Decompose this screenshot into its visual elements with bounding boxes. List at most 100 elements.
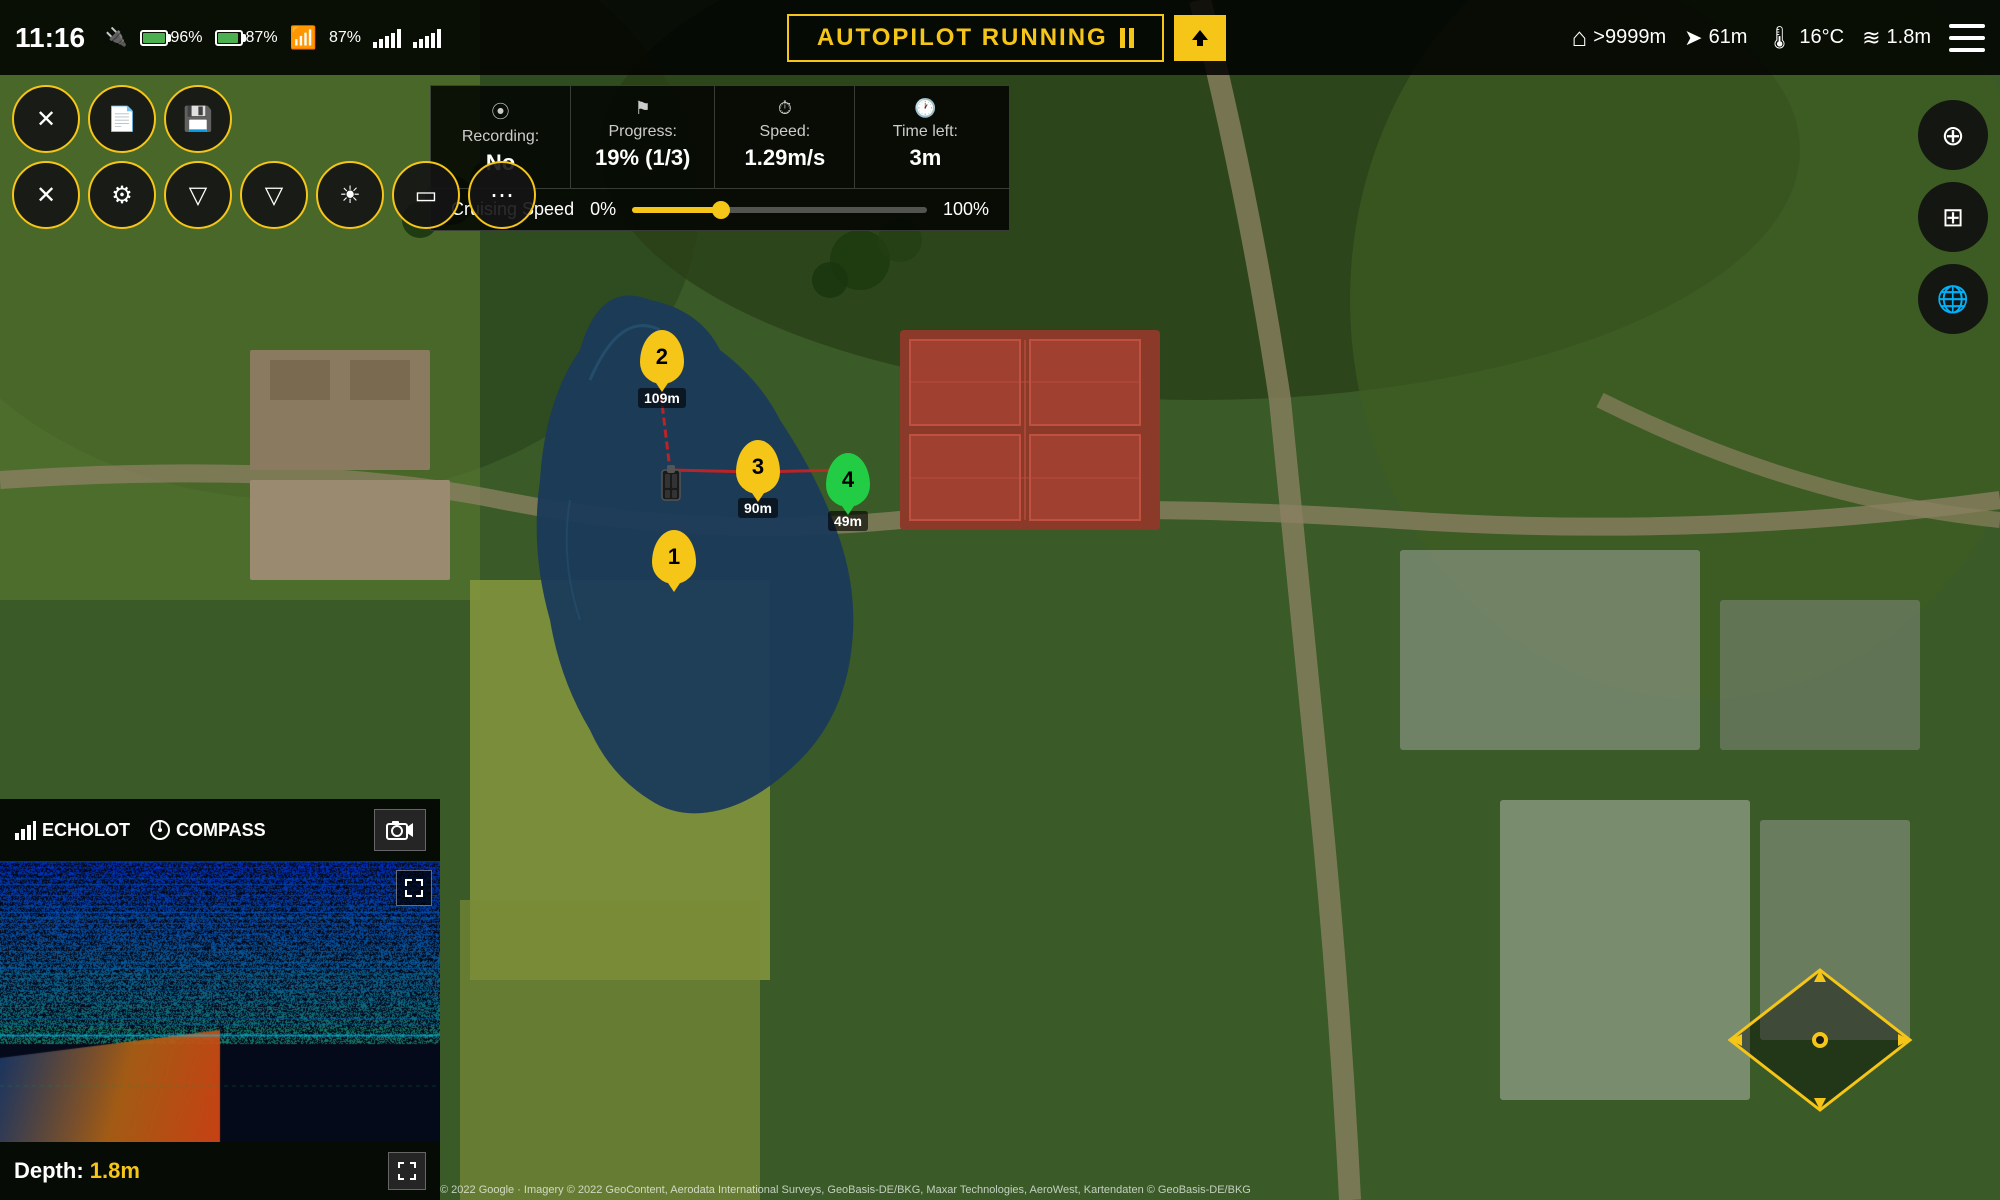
close-button-2[interactable]: ✕: [12, 161, 80, 229]
waypoint-2[interactable]: 2 109m: [638, 330, 686, 408]
depth-value: 1.8m: [90, 1158, 140, 1183]
upload-arrow-icon: [1188, 26, 1212, 50]
usb-icon: 🔌: [105, 27, 127, 48]
menu-line: [1949, 36, 1985, 40]
save-icon: 💾: [183, 105, 213, 134]
echolot-label: ECHOLOT: [42, 820, 130, 841]
status-center: AUTOPILOT RUNNING: [441, 14, 1572, 62]
echolot-title: ECHOLOT: [14, 819, 130, 841]
temperature: 🌡 16°C: [1765, 25, 1844, 51]
brightness-button[interactable]: ☀: [316, 161, 384, 229]
speed-icon: ⏱: [739, 98, 830, 119]
menu-button[interactable]: [1949, 24, 1985, 52]
signal-wave-icon: ≋: [1862, 25, 1880, 51]
speed-value: 1.29m/s: [739, 145, 830, 171]
home-dist-value: >9999m: [1593, 26, 1666, 49]
signal-strength: ≋ 1.8m: [1862, 25, 1931, 51]
battery-button[interactable]: ▭: [392, 161, 460, 229]
copyright-label: © 2022 Google · Imagery © 2022 GeoConten…: [440, 1184, 1251, 1196]
expand-icon: [405, 879, 423, 897]
speed-slider-track[interactable]: [632, 207, 927, 213]
speed-slider-thumb[interactable]: [712, 201, 730, 219]
file-icon: 📄: [107, 105, 137, 134]
mini-map[interactable]: [1720, 960, 1920, 1120]
waypoint-2-label: 2: [656, 344, 668, 370]
map-type-button[interactable]: ⊞: [1918, 182, 1988, 252]
nav-distance: ➤ 61m: [1684, 25, 1747, 51]
close-button-1[interactable]: ✕: [12, 85, 80, 153]
waypoint-icon-1: ▽: [189, 181, 207, 210]
settings-icon: ⚙: [111, 181, 133, 210]
toolbar-row-2: ✕ ⚙ ▽ ▽ ☀ ▭ ⋯: [12, 161, 536, 229]
more-button[interactable]: ⋯: [468, 161, 536, 229]
echolot-footer: Depth: 1.8m: [0, 1142, 440, 1200]
echolot-header: ECHOLOT COMPASS: [0, 799, 440, 862]
file-button[interactable]: 📄: [88, 85, 156, 153]
echolot-icon: [14, 819, 36, 841]
status-bar: 11:16 🔌 96% 87% 📶 87%: [0, 0, 2000, 75]
progress-icon: ⚑: [595, 98, 690, 119]
waypoint-4-label: 4: [842, 467, 854, 493]
boat-marker: [648, 462, 694, 516]
brightness-icon: ☀: [339, 181, 361, 210]
boat-svg-icon: [648, 462, 694, 516]
battery-1-icon: [140, 30, 168, 46]
waypoint-2-pin: 2: [640, 330, 684, 384]
signal-bar: [391, 33, 395, 48]
nav-icon: ➤: [1684, 25, 1702, 51]
menu-line: [1949, 24, 1985, 28]
battery-1-pct: 96%: [171, 29, 203, 47]
menu-line: [1949, 48, 1985, 52]
upload-button[interactable]: [1174, 15, 1226, 61]
compass-icon: ⊕: [1941, 119, 1964, 152]
waypoint-1-label: 1: [668, 544, 680, 570]
waypoint-4[interactable]: 4 49m: [826, 453, 870, 531]
battery-2-pct: 87%: [246, 29, 278, 47]
battery-1-group: 96%: [140, 29, 203, 47]
progress-value: 19% (1/3): [595, 145, 690, 171]
camera-button[interactable]: [374, 809, 426, 851]
expand-button[interactable]: [396, 870, 432, 906]
wifi-icon: 📶: [290, 25, 317, 51]
waypoint-3[interactable]: 3 90m: [736, 440, 780, 518]
time-left-label: Time left:: [879, 123, 971, 141]
map-type-icon: ⊞: [1942, 202, 1964, 233]
fullscreen-icon: [397, 1161, 417, 1181]
battery-2-group: 87%: [215, 29, 278, 47]
autopilot-label: AUTOPILOT RUNNING: [817, 24, 1108, 52]
battery-1-fill: [143, 33, 166, 43]
toolbar-row-1: ✕ 📄 💾: [12, 85, 536, 153]
time-display: 11:16: [15, 22, 85, 54]
signal-bar: [419, 39, 423, 48]
signal-bar: [431, 33, 435, 48]
signal-bar: [379, 39, 383, 48]
home-distance: ⌂ >9999m: [1572, 22, 1667, 53]
waypoint-4-pin: 4: [826, 453, 870, 507]
signal-bars-2: [413, 28, 441, 48]
waypoint-1[interactable]: 1: [652, 530, 696, 584]
waypoint-icon-2: ▽: [265, 181, 283, 210]
waypoint-button-1[interactable]: ▽: [164, 161, 232, 229]
save-button[interactable]: 💾: [164, 85, 232, 153]
compass-button[interactable]: ⊕: [1918, 100, 1988, 170]
camera-icon: [386, 819, 414, 841]
waypoint-button-2[interactable]: ▽: [240, 161, 308, 229]
right-toolbar: ⊕ ⊞ 🌐: [1918, 100, 1988, 334]
signal-bar: [425, 36, 429, 48]
compass-icon: [150, 820, 170, 840]
copyright-text: © 2022 Google · Imagery © 2022 GeoConten…: [440, 1184, 1251, 1196]
signal-bars-1: [373, 28, 401, 48]
autopilot-button[interactable]: AUTOPILOT RUNNING: [787, 14, 1164, 62]
close-icon-2: ✕: [36, 181, 56, 210]
compass-title: COMPASS: [150, 820, 266, 841]
battery-tool-icon: ▭: [415, 181, 438, 210]
settings-button[interactable]: ⚙: [88, 161, 156, 229]
signal-bar: [385, 36, 389, 48]
signal-bar: [397, 29, 401, 48]
status-right: ⌂ >9999m ➤ 61m 🌡 16°C ≋ 1.8m: [1572, 22, 1985, 53]
home-icon: ⌂: [1572, 22, 1588, 53]
fullscreen-button[interactable]: [388, 1152, 426, 1190]
globe-button[interactable]: 🌐: [1918, 264, 1988, 334]
progress-label: Progress:: [595, 123, 690, 141]
nav-dist-value: 61m: [1709, 26, 1748, 49]
